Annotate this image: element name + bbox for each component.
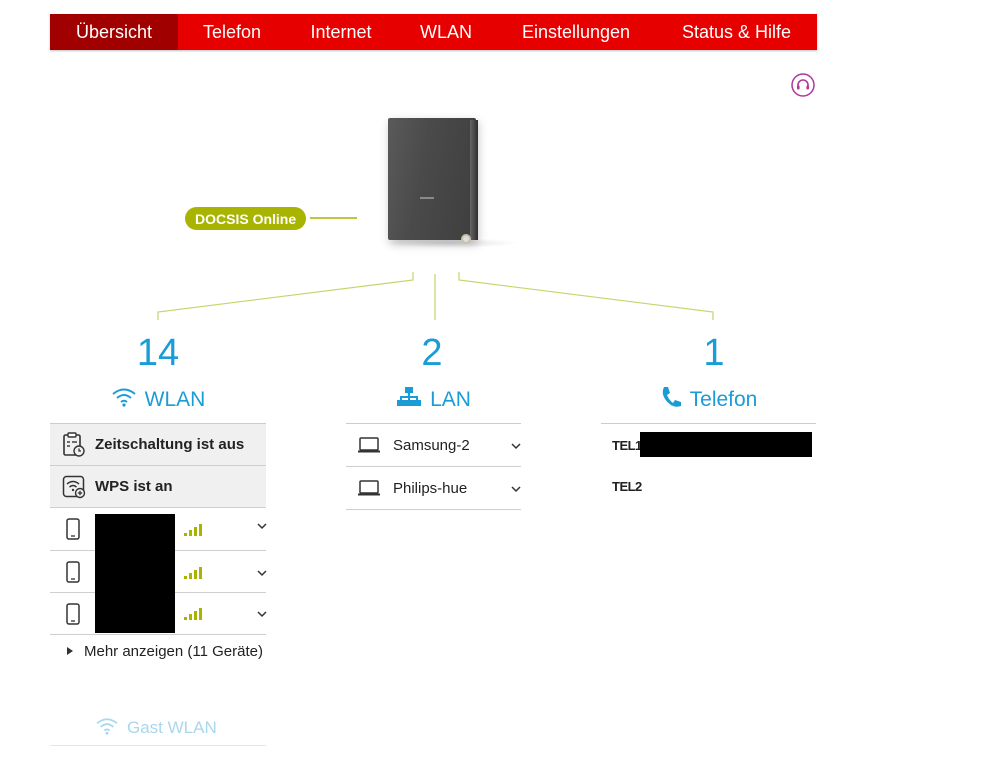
show-more-label: Mehr anzeigen (11 Geräte) xyxy=(84,642,263,660)
tab-einstellungen[interactable]: Einstellungen xyxy=(496,14,656,50)
laptop-icon xyxy=(357,479,381,497)
redacted-phone-number xyxy=(640,432,812,457)
signal-icon xyxy=(184,523,202,541)
tab-uebersicht[interactable]: Übersicht xyxy=(50,14,178,50)
smartphone-icon xyxy=(66,602,80,625)
telefon-line-label: TEL2 xyxy=(612,479,642,494)
wps-icon xyxy=(62,475,86,499)
wifi-icon xyxy=(95,717,119,740)
show-more-link[interactable]: Mehr anzeigen (11 Geräte) xyxy=(66,642,263,660)
chevron-down-icon[interactable] xyxy=(257,520,267,534)
main-nav: Übersicht Telefon Internet WLAN Einstell… xyxy=(50,14,817,50)
schedule-row[interactable]: Zeitschaltung ist aus xyxy=(50,424,266,466)
telefon-section-title[interactable]: Telefon xyxy=(601,386,816,414)
wlan-title: WLAN xyxy=(144,388,206,411)
telefon-line-label: TEL1 xyxy=(612,438,642,453)
smartphone-icon xyxy=(66,518,80,540)
signal-icon xyxy=(184,607,202,625)
telefon-panel-top-border xyxy=(601,423,816,424)
tab-telefon[interactable]: Telefon xyxy=(178,14,286,50)
telefon-count: 1 xyxy=(703,332,725,374)
guest-wlan-label: Gast WLAN xyxy=(127,718,217,737)
redacted-device-names xyxy=(95,514,175,633)
wps-row[interactable]: WPS ist an xyxy=(50,466,266,508)
guest-divider xyxy=(50,745,266,746)
smartphone-icon xyxy=(66,560,80,583)
lan-count: 2 xyxy=(421,332,443,374)
wlan-device-row-controls xyxy=(184,520,306,544)
lan-device-row[interactable]: Philips-hue xyxy=(346,467,521,510)
chevron-down-icon[interactable] xyxy=(511,440,521,454)
wlan-section-title[interactable]: WLAN xyxy=(50,386,266,414)
tab-status-hilfe[interactable]: Status & Hilfe xyxy=(656,14,817,50)
docsis-status-badge: DOCSIS Online xyxy=(185,207,307,230)
network-icon xyxy=(396,386,422,414)
lan-section-title[interactable]: LAN xyxy=(346,386,521,414)
lan-device-name: Samsung-2 xyxy=(393,436,470,454)
wps-label: WPS ist an xyxy=(95,478,173,495)
headset-icon[interactable] xyxy=(791,73,815,97)
lan-device-name: Philips-hue xyxy=(393,479,468,497)
chevron-down-icon[interactable] xyxy=(511,483,521,497)
lan-device-row[interactable]: Samsung-2 xyxy=(346,424,521,467)
triangle-right-icon xyxy=(66,643,74,660)
tab-internet[interactable]: Internet xyxy=(286,14,396,50)
signal-icon xyxy=(184,566,202,584)
chevron-down-icon[interactable] xyxy=(257,567,267,581)
router-status-light xyxy=(420,197,434,199)
router-edge xyxy=(470,120,478,240)
tab-wlan[interactable]: WLAN xyxy=(396,14,496,50)
lan-title: LAN xyxy=(430,388,471,411)
laptop-icon xyxy=(357,436,381,454)
guest-wlan[interactable]: Gast WLAN xyxy=(95,717,217,739)
wlan-count: 14 xyxy=(136,332,180,374)
telefon-title: Telefon xyxy=(689,388,758,411)
phone-icon xyxy=(660,385,682,415)
schedule-icon xyxy=(62,431,86,458)
schedule-label: Zeitschaltung ist aus xyxy=(95,436,245,453)
wifi-icon xyxy=(111,387,137,413)
chevron-down-icon[interactable] xyxy=(257,608,267,622)
router-image xyxy=(388,118,476,240)
router-foot xyxy=(461,234,471,244)
